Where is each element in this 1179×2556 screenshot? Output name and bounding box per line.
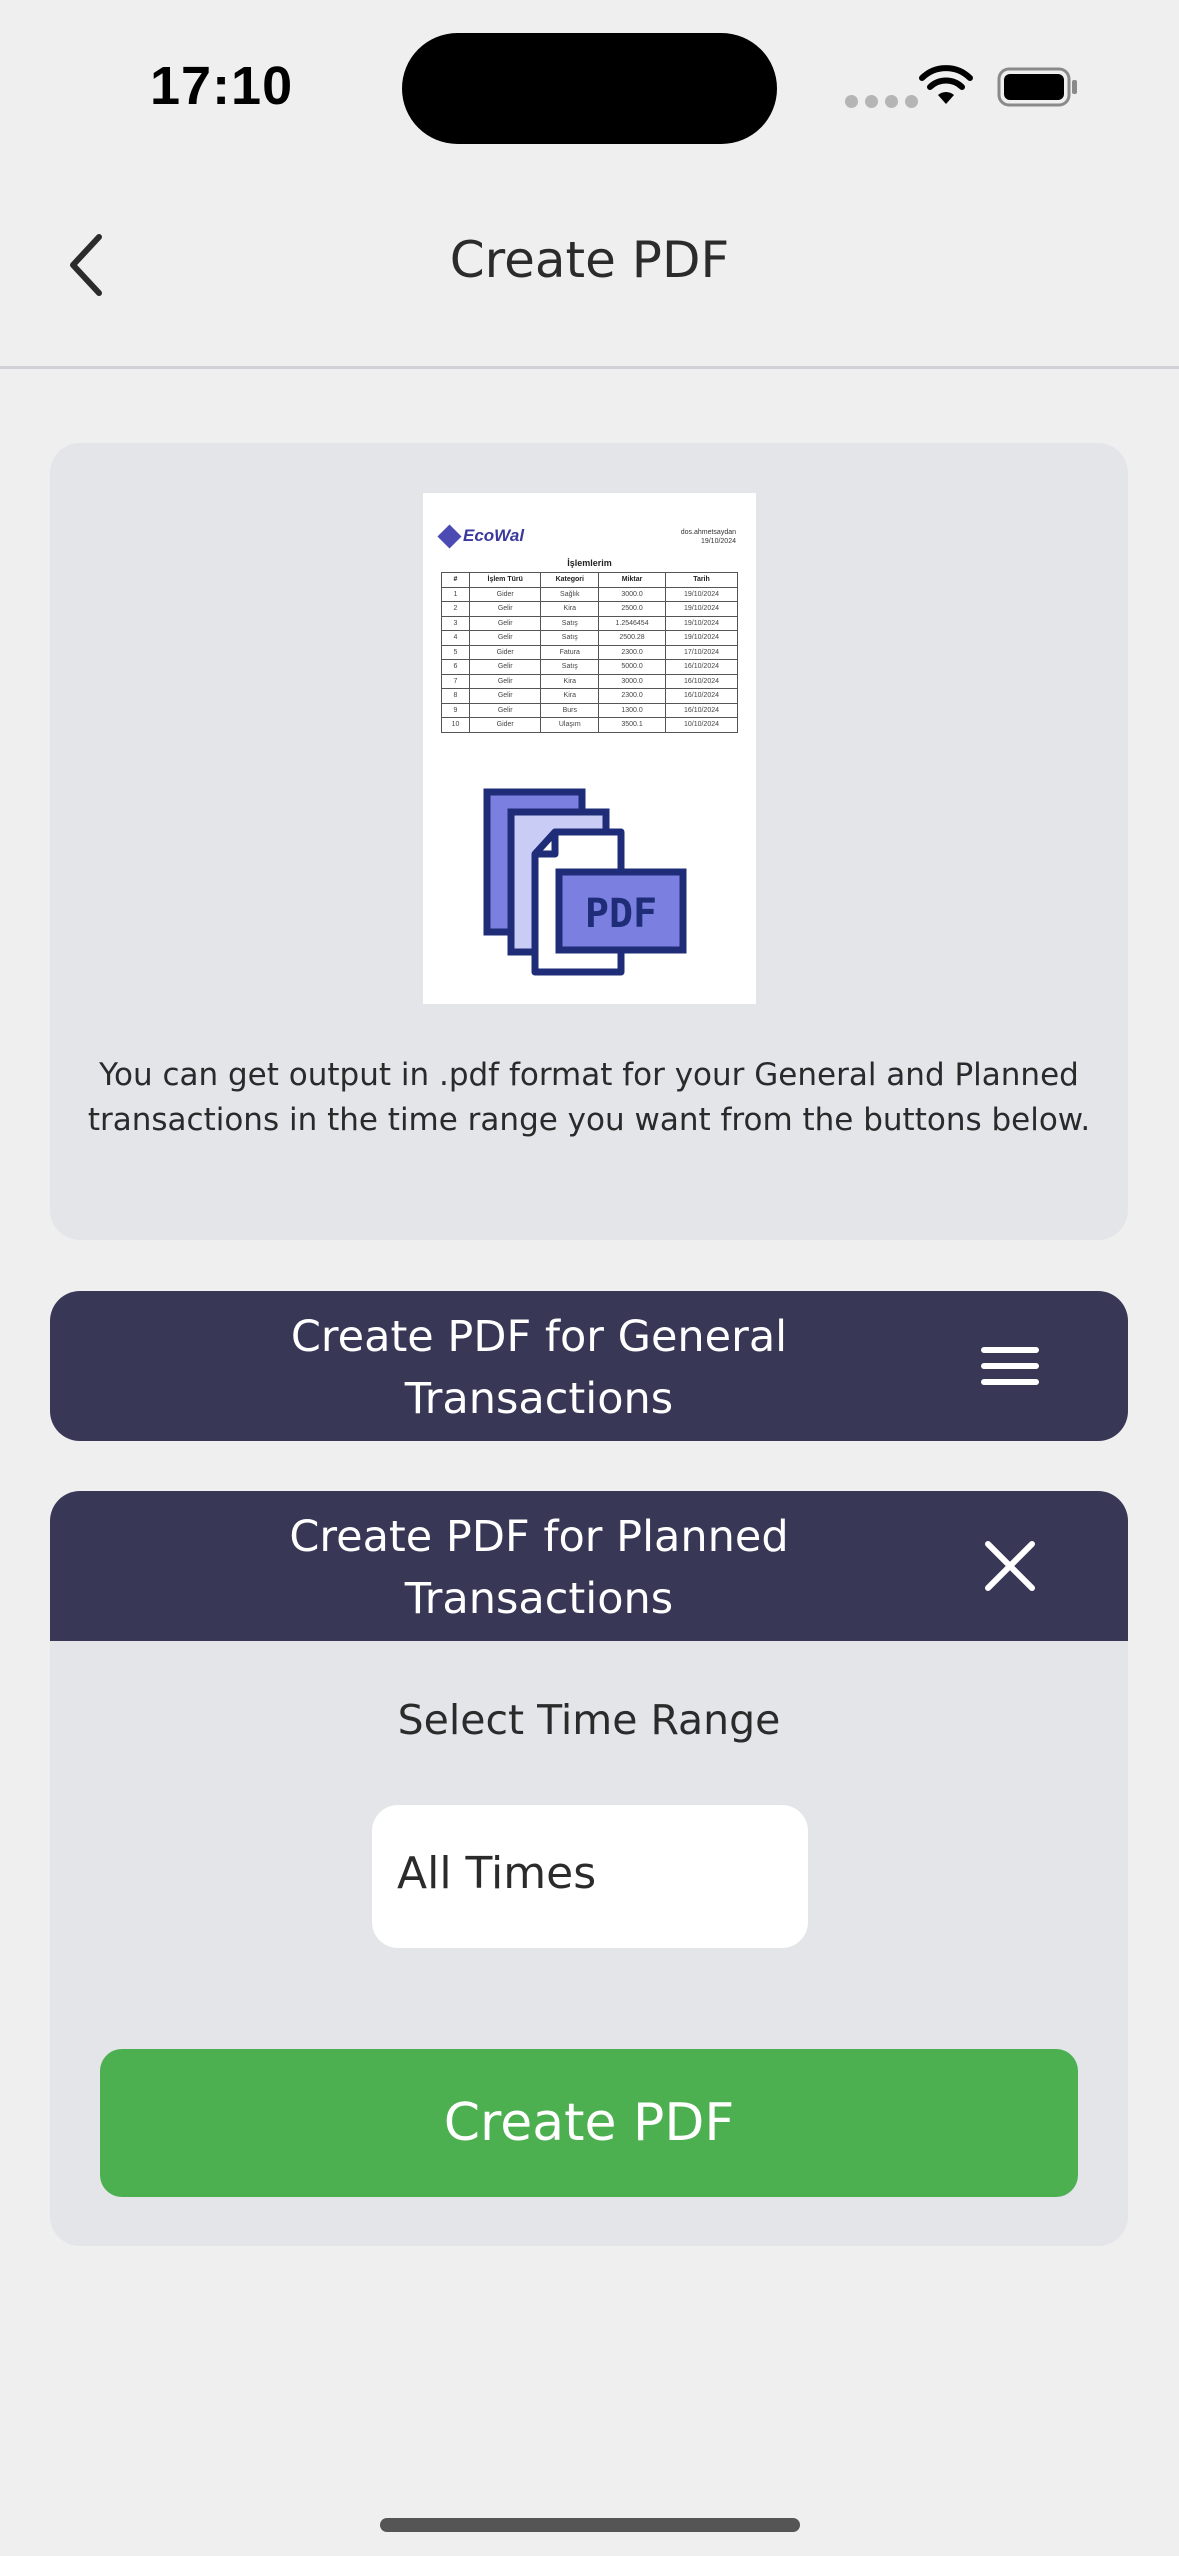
status-bar: 17:10 xyxy=(0,0,1179,175)
pdf-preview-image: EcoWal dos.ahmetsaydan 19/10/2024 İşleml… xyxy=(423,493,756,1004)
table-cell: 3000.0 xyxy=(598,673,666,689)
table-cell: 10/10/2024 xyxy=(665,717,738,733)
table-row: 1 Gider Sağlık 3000.0 19/10/2024 xyxy=(441,586,738,602)
table-cell: 19/10/2024 xyxy=(665,615,738,631)
table-cell: Gider xyxy=(468,717,542,733)
table-cell: Gelir xyxy=(468,673,542,689)
pdf-documents-icon: PDF xyxy=(483,788,687,976)
navigation-bar: Create PDF xyxy=(0,175,1179,369)
home-indicator[interactable] xyxy=(380,2518,800,2532)
table-header: Miktar xyxy=(598,572,666,588)
table-header: İşlem Türü xyxy=(468,572,542,588)
planned-transactions-panel: Select Time Range All Times Create PDF xyxy=(50,1641,1128,2246)
table-row: 4 Gelir Satış 2500.28 19/10/2024 xyxy=(441,630,738,646)
preview-card: EcoWal dos.ahmetsaydan 19/10/2024 İşleml… xyxy=(50,443,1128,1240)
svg-text:PDF: PDF xyxy=(585,891,657,937)
page-title: Create PDF xyxy=(449,231,730,289)
table-cell: Gelir xyxy=(468,615,542,631)
planned-transactions-title: Create PDF for Planned Transactions xyxy=(289,1512,789,1624)
table-cell: Kira xyxy=(540,673,600,689)
table-row: 5 Gider Fatura 2300.0 17/10/2024 xyxy=(441,644,738,660)
table-cell: Burs xyxy=(540,702,600,718)
table-cell: 8 xyxy=(441,688,470,704)
hamburger-menu-icon xyxy=(981,1347,1039,1385)
general-transactions-title: Create PDF for General Transactions xyxy=(290,1312,788,1424)
table-cell: 5000.0 xyxy=(598,659,666,675)
table-cell: 5 xyxy=(441,644,470,660)
time-range-select[interactable]: All Times xyxy=(372,1805,808,1948)
preview-user-info: dos.ahmetsaydan 19/10/2024 xyxy=(680,529,736,545)
table-cell: 2 xyxy=(441,601,470,617)
table-cell: 19/10/2024 xyxy=(665,601,738,617)
table-cell: Gelir xyxy=(468,630,542,646)
table-cell: Fatura xyxy=(540,644,600,660)
ecowal-logo: EcoWal xyxy=(437,523,524,549)
preview-description: You can get output in .pdf format for yo… xyxy=(87,1057,1091,1138)
preview-transactions-table: # İşlem Türü Kategori Miktar Tarih 1 Gide… xyxy=(441,572,738,733)
table-cell: 16/10/2024 xyxy=(665,688,738,704)
table-cell: Gelir xyxy=(468,702,542,718)
table-row: 6 Gelir Satış 5000.0 16/10/2024 xyxy=(441,659,738,675)
table-cell: 6 xyxy=(441,659,470,675)
planned-transactions-button[interactable]: Create PDF for Planned Transactions xyxy=(50,1491,1128,1641)
table-cell: Satış xyxy=(540,615,600,631)
table-cell: 2500.0 xyxy=(598,601,666,617)
close-icon xyxy=(985,1541,1035,1591)
table-cell: 2500.28 xyxy=(598,630,666,646)
table-row: 10 Gider Ulaşım 3500.1 10/10/2024 xyxy=(441,717,738,733)
time-range-value: All Times xyxy=(397,1848,597,1899)
table-row: 2 Gelir Kira 2500.0 19/10/2024 xyxy=(441,601,738,617)
table-cell: 19/10/2024 xyxy=(665,586,738,602)
battery-icon xyxy=(997,67,1077,107)
table-cell: Gelir xyxy=(468,601,542,617)
table-cell: 16/10/2024 xyxy=(665,673,738,689)
table-cell: Gider xyxy=(468,644,542,660)
table-row: 3 Gelir Satış 1.2546454 19/10/2024 xyxy=(441,615,738,631)
table-cell: 1.2546454 xyxy=(598,615,666,631)
table-cell: Kira xyxy=(540,601,600,617)
table-cell: 7 xyxy=(441,673,470,689)
table-cell: 1 xyxy=(441,586,470,602)
status-time: 17:10 xyxy=(150,56,294,116)
table-header: # xyxy=(441,572,470,588)
table-cell: 3000.0 xyxy=(598,586,666,602)
preview-heading: İşlemlerim xyxy=(567,558,612,568)
time-range-label: Select Time Range xyxy=(397,1696,781,1744)
table-cell: 4 xyxy=(441,630,470,646)
cellular-signal-icon xyxy=(845,95,918,108)
table-cell: 10 xyxy=(441,717,470,733)
table-cell: 17/10/2024 xyxy=(665,644,738,660)
table-row: 7 Gelir Kira 3000.0 16/10/2024 xyxy=(441,673,738,689)
table-cell: Satış xyxy=(540,659,600,675)
table-cell: 2300.0 xyxy=(598,644,666,660)
table-cell: 1300.0 xyxy=(598,702,666,718)
create-pdf-button[interactable]: Create PDF xyxy=(100,2049,1078,2197)
table-cell: 16/10/2024 xyxy=(665,659,738,675)
table-cell: 2300.0 xyxy=(598,688,666,704)
general-transactions-button[interactable]: Create PDF for General Transactions xyxy=(50,1291,1128,1441)
table-cell: 19/10/2024 xyxy=(665,630,738,646)
table-row: 8 Gelir Kira 2300.0 16/10/2024 xyxy=(441,688,738,704)
table-cell: Gelir xyxy=(468,659,542,675)
table-cell: Satış xyxy=(540,630,600,646)
table-cell: Gider xyxy=(468,586,542,602)
dynamic-island xyxy=(402,33,777,144)
table-cell: 3500.1 xyxy=(598,717,666,733)
wifi-icon xyxy=(919,65,973,104)
table-cell: Gelir xyxy=(468,688,542,704)
table-row: 9 Gelir Burs 1300.0 16/10/2024 xyxy=(441,702,738,718)
table-cell: 3 xyxy=(441,615,470,631)
table-cell: 9 xyxy=(441,702,470,718)
table-cell: Kira xyxy=(540,688,600,704)
table-header: Tarih xyxy=(665,572,738,588)
table-header: Kategori xyxy=(540,572,600,588)
table-cell: Ulaşım xyxy=(540,717,600,733)
table-cell: Sağlık xyxy=(540,586,600,602)
table-cell: 16/10/2024 xyxy=(665,702,738,718)
